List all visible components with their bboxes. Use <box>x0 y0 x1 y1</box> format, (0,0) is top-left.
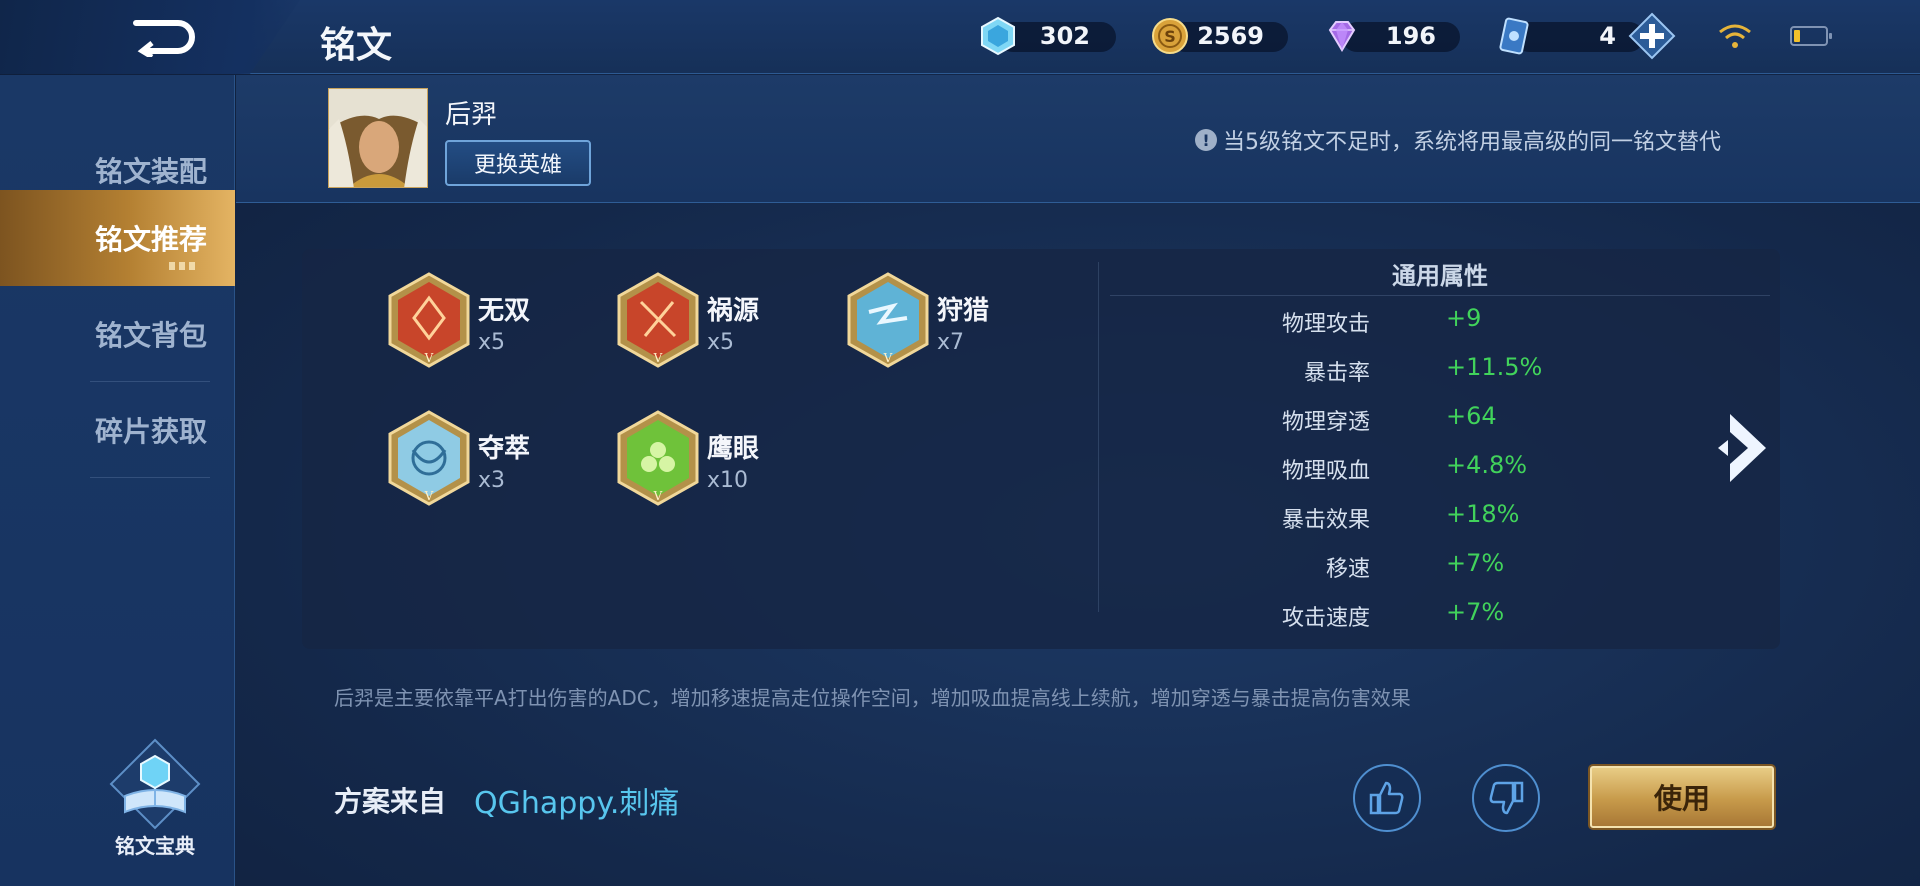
resource-diamond: 196 <box>1322 14 1462 58</box>
rune-count: x10 <box>707 468 749 493</box>
attribute-key: 移速 <box>1325 557 1370 582</box>
attribute-value: +11.5% <box>1446 353 1543 381</box>
attribute-row: 物理攻击 +9 <box>1100 302 1700 342</box>
svg-text:V: V <box>883 351 893 365</box>
chevron-right-icon[interactable] <box>1716 408 1774 488</box>
info-icon: ! <box>1195 129 1217 151</box>
hero-avatar <box>328 88 428 188</box>
page-title: 铭文 <box>320 25 393 66</box>
sidebar-item-fragment-acquire[interactable]: 碎片获取 <box>0 382 235 478</box>
tip-text-row: ! 当5级铭文不足时，系统将用最高级的同一铭文替代 <box>1195 124 1721 156</box>
hero-name: 后羿 <box>445 100 498 130</box>
attribute-row: 暴击率 +11.5% <box>1100 351 1700 391</box>
rune-item[interactable]: V 夺萃 x3 <box>386 410 616 520</box>
rune-wushuang-icon: V <box>388 272 470 368</box>
svg-text:S: S <box>1164 27 1176 46</box>
rune-item[interactable]: V 狩猎 x7 <box>845 272 1075 382</box>
card-count: 4 <box>1599 22 1616 50</box>
use-button[interactable]: 使用 <box>1590 766 1774 828</box>
svg-text:V: V <box>424 489 434 503</box>
gold-count: 2569 <box>1197 22 1264 50</box>
thumbs-up-icon <box>1369 781 1404 815</box>
change-hero-button[interactable]: 更换英雄 <box>445 140 591 186</box>
svg-text:V: V <box>653 351 663 365</box>
attribute-row: 物理穿透 +64 <box>1100 400 1700 440</box>
crystal-icon <box>981 16 1015 56</box>
attribute-key: 物理攻击 <box>1281 312 1370 337</box>
svg-text:V: V <box>653 489 663 503</box>
rune-huoyuan-icon: V <box>617 272 699 368</box>
thumbs-down-icon <box>1489 781 1524 815</box>
codex-label: 铭文宝典 <box>115 834 195 858</box>
rune-name: 无双 <box>478 296 531 326</box>
back-arrow-icon <box>133 20 195 57</box>
sidebar-item-label: 铭文推荐 <box>95 223 208 256</box>
rune-shoulie-icon: V <box>847 272 929 368</box>
attribute-key: 暴击率 <box>1303 361 1370 386</box>
attribute-row: 移速 +7% <box>1100 547 1700 587</box>
tip-text: 当5级铭文不足时，系统将用最高级的同一铭文替代 <box>1223 130 1721 155</box>
active-sparkle-decoration <box>169 262 195 270</box>
source-label: 方案来自 <box>334 785 447 818</box>
rune-count: x7 <box>937 330 965 355</box>
dislike-button[interactable] <box>1472 764 1540 832</box>
attribute-key: 物理吸血 <box>1281 459 1370 484</box>
attribute-value: +7% <box>1446 549 1505 577</box>
rune-yingyan-icon: V <box>617 410 699 506</box>
attributes-divider <box>1110 295 1770 296</box>
svg-text:V: V <box>424 351 434 365</box>
source-author-link[interactable]: QGhappy.刺痛 <box>474 778 679 822</box>
strategy-description: 后羿是主要依靠平A打出伤害的ADC，增加移速提高走位操作空间，增加吸血提高线上续… <box>334 686 1411 710</box>
top-bar: 铭文 302 S 2569 196 4 <box>0 0 1920 74</box>
rune-item[interactable]: V 鹰眼 x10 <box>615 410 845 520</box>
attributes-title: 通用属性 <box>1392 262 1488 290</box>
rune-name: 鹰眼 <box>707 434 760 464</box>
rune-duocui-icon: V <box>388 410 470 506</box>
attribute-row: 物理吸血 +4.8% <box>1100 449 1700 489</box>
rune-name: 祸源 <box>707 296 760 326</box>
rune-name: 夺萃 <box>478 434 531 464</box>
resource-card: 4 <box>1494 14 1644 58</box>
attribute-value: +4.8% <box>1446 451 1528 479</box>
crystal-count: 302 <box>1039 22 1090 50</box>
diamond-count: 196 <box>1385 22 1436 50</box>
battery-icon <box>1790 26 1832 46</box>
resource-gold: S 2569 <box>1150 14 1290 58</box>
attribute-value: +7% <box>1446 598 1505 626</box>
gold-coin-icon: S <box>1152 18 1188 54</box>
attribute-value: +9 <box>1446 304 1482 332</box>
rune-codex-button[interactable]: 铭文宝典 <box>95 736 215 858</box>
back-button[interactable] <box>120 12 210 62</box>
sidebar-item-rune-backpack[interactable]: 铭文背包 <box>0 286 235 382</box>
attribute-value: +64 <box>1446 402 1497 430</box>
add-currency-button[interactable] <box>1628 12 1676 60</box>
attribute-row: 攻击速度 +7% <box>1100 596 1700 636</box>
wifi-icon <box>1719 24 1751 48</box>
attribute-value: +18% <box>1446 500 1520 528</box>
sidebar-item-label: 铭文背包 <box>95 319 208 352</box>
attribute-row: 暴击效果 +18% <box>1100 498 1700 538</box>
panel-divider <box>1098 262 1099 612</box>
like-button[interactable] <box>1353 764 1421 832</box>
resource-crystal: 302 <box>978 14 1118 58</box>
rune-name: 狩猎 <box>937 296 990 326</box>
attribute-key: 物理穿透 <box>1281 410 1370 435</box>
attribute-key: 攻击速度 <box>1281 606 1370 631</box>
hero-portrait-image <box>329 89 427 187</box>
sidebar-item-label: 铭文装配 <box>95 155 208 188</box>
attribute-key: 暴击效果 <box>1281 508 1370 533</box>
rune-count: x5 <box>478 330 506 355</box>
rune-item[interactable]: V 祸源 x5 <box>615 272 845 382</box>
rune-count: x3 <box>478 468 506 493</box>
codex-book-icon <box>109 738 201 830</box>
rune-item[interactable]: V 无双 x5 <box>386 272 616 382</box>
diamond-icon <box>1328 21 1356 52</box>
sidebar-item-label: 碎片获取 <box>95 415 208 448</box>
sidebar-item-rune-recommend[interactable]: 铭文推荐 <box>0 190 235 286</box>
rune-count: x5 <box>707 330 735 355</box>
ticket-card-icon <box>1499 17 1529 55</box>
